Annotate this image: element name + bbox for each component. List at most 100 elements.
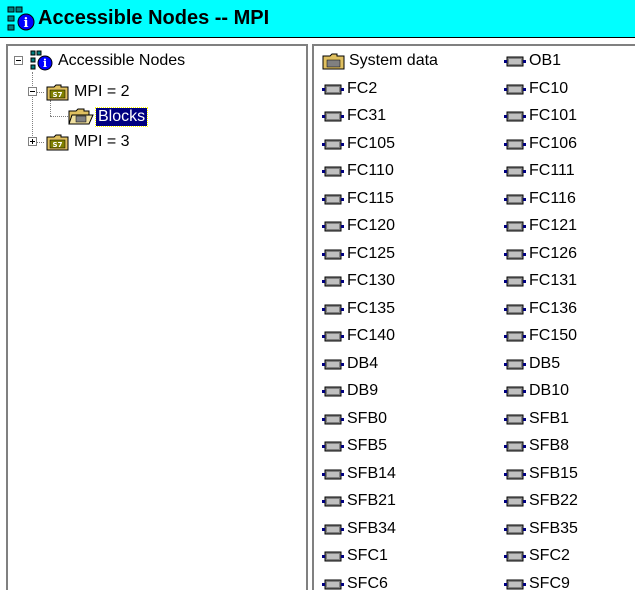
block-module-icon xyxy=(504,579,526,589)
block-item[interactable]: FC101 xyxy=(504,105,577,127)
block-module-icon xyxy=(322,84,344,94)
title-bar[interactable]: i Accessible Nodes -- MPI xyxy=(0,0,635,38)
block-item[interactable]: FC125 xyxy=(322,243,395,265)
tree-node-mpi3[interactable]: S7 MPI = 3 xyxy=(46,131,130,153)
block-module-icon xyxy=(322,496,344,507)
block-label: FC125 xyxy=(347,244,396,262)
tree-root[interactable]: i Accessible Nodes xyxy=(30,50,185,72)
block-item[interactable]: FC130 xyxy=(322,270,395,292)
system-data-folder-icon xyxy=(322,53,345,70)
block-module-icon xyxy=(504,551,526,562)
block-label: FC136 xyxy=(529,299,578,317)
tree-node-blocks[interactable]: Blocks xyxy=(68,106,149,128)
block-module-icon xyxy=(322,414,344,424)
block-item[interactable]: FC110 xyxy=(322,160,394,182)
block-module-icon xyxy=(504,441,526,452)
block-item[interactable]: FC120 xyxy=(322,215,395,237)
block-item[interactable]: FC115 xyxy=(322,188,394,210)
block-item[interactable]: System data xyxy=(322,50,438,72)
block-label: FC105 xyxy=(347,134,396,152)
block-module-icon xyxy=(322,551,344,562)
block-module-icon xyxy=(322,139,344,149)
block-module-icon xyxy=(504,496,526,507)
block-label: DB10 xyxy=(529,382,570,399)
block-item[interactable]: OB1 xyxy=(504,50,561,72)
block-item[interactable]: DB4 xyxy=(322,353,378,375)
collapse-toggle[interactable] xyxy=(28,87,37,96)
block-item[interactable]: SFB34 xyxy=(322,518,396,540)
block-module-icon xyxy=(504,84,526,94)
block-label: FC106 xyxy=(529,134,578,152)
block-item[interactable]: SFB21 xyxy=(322,490,396,512)
block-label: FC120 xyxy=(347,217,396,234)
block-module-icon xyxy=(504,221,526,232)
block-label: OB1 xyxy=(529,52,562,69)
blocks-pane[interactable]: System data FC2 FC31 FC105 FC110 FC115 FC120 FC… xyxy=(312,44,635,590)
block-item[interactable]: SFC1 xyxy=(322,545,388,567)
block-item[interactable]: SFC6 xyxy=(322,573,388,590)
block-item[interactable]: FC135 xyxy=(322,298,395,320)
collapse-toggle[interactable] xyxy=(14,56,23,65)
block-item[interactable]: SFB15 xyxy=(504,463,578,485)
block-item[interactable]: FC150 xyxy=(504,325,577,347)
block-item[interactable]: SFB14 xyxy=(322,463,396,485)
block-item[interactable]: FC116 xyxy=(504,188,576,210)
block-label: FC101 xyxy=(529,107,578,124)
block-item[interactable]: FC105 xyxy=(322,133,395,155)
block-module-icon xyxy=(322,579,344,589)
block-label: FC31 xyxy=(347,107,387,124)
block-label: FC10 xyxy=(529,79,569,97)
block-label: FC2 xyxy=(347,79,378,97)
tree-node-mpi2[interactable]: S7 MPI = 2 xyxy=(46,81,130,103)
block-item[interactable]: SFB8 xyxy=(504,435,569,457)
block-item[interactable]: SFB22 xyxy=(504,490,578,512)
block-item[interactable]: SFC2 xyxy=(504,545,570,567)
tree-pane[interactable]: i Accessible Nodes S7 MPI = 2 Blocks S7 … xyxy=(6,44,308,590)
block-label: FC110 xyxy=(347,162,394,179)
block-item[interactable]: FC131 xyxy=(504,270,577,292)
block-item[interactable]: FC2 xyxy=(322,78,377,100)
block-module-icon xyxy=(504,249,526,259)
block-module-icon xyxy=(504,524,526,534)
svg-text:i: i xyxy=(43,57,47,70)
block-item[interactable]: FC140 xyxy=(322,325,395,347)
block-item[interactable]: SFC9 xyxy=(504,573,570,590)
block-item[interactable]: FC126 xyxy=(504,243,577,265)
block-label: SFB22 xyxy=(529,492,578,509)
block-label: SFB0 xyxy=(347,409,388,427)
block-label: FC150 xyxy=(529,327,578,344)
block-label: FC115 xyxy=(347,189,394,207)
block-item[interactable]: DB10 xyxy=(504,380,569,402)
window: i Accessible Nodes -- MPI i Accessible N… xyxy=(0,0,635,590)
block-label: SFB8 xyxy=(529,437,570,454)
block-module-icon xyxy=(504,359,526,369)
block-module-icon xyxy=(322,221,344,232)
block-module-icon xyxy=(504,166,526,177)
block-item[interactable]: DB5 xyxy=(504,353,560,375)
block-label: DB9 xyxy=(347,382,379,399)
block-label: SFB35 xyxy=(529,519,578,537)
block-module-icon xyxy=(322,304,344,314)
block-item[interactable]: SFB35 xyxy=(504,518,578,540)
block-item[interactable]: FC121 xyxy=(504,215,577,237)
block-item[interactable]: FC136 xyxy=(504,298,577,320)
block-item[interactable]: FC111 xyxy=(504,160,575,182)
block-module-icon xyxy=(322,331,344,342)
network-nodes-icon: i xyxy=(30,50,53,71)
open-folder-icon xyxy=(68,108,94,125)
block-module-icon xyxy=(322,524,344,534)
block-item[interactable]: FC10 xyxy=(504,78,568,100)
block-label: FC140 xyxy=(347,327,396,344)
svg-text:S7: S7 xyxy=(53,91,63,99)
block-module-icon xyxy=(322,441,344,452)
block-item[interactable]: SFB0 xyxy=(322,408,387,430)
block-label: SFB21 xyxy=(347,492,396,509)
block-label: FC135 xyxy=(347,299,396,317)
block-item[interactable]: SFB1 xyxy=(504,408,569,430)
block-item[interactable]: DB9 xyxy=(322,380,378,402)
block-item[interactable]: SFB5 xyxy=(322,435,387,457)
block-item[interactable]: FC31 xyxy=(322,105,386,127)
block-item[interactable]: FC106 xyxy=(504,133,577,155)
expand-toggle[interactable] xyxy=(28,137,37,146)
block-module-icon xyxy=(322,359,344,369)
